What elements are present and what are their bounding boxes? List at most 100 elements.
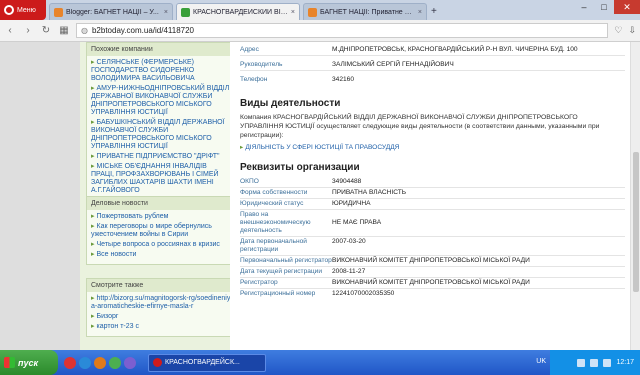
back-icon[interactable]: ‹ (4, 25, 16, 36)
close-tab-icon[interactable]: × (291, 9, 295, 16)
tab-bar: Меню Blogger: БАГНЕТ НАЦІЇ – У... × КРАС… (0, 0, 640, 20)
row-key: Адрес (240, 46, 259, 53)
speed-dial-icon[interactable]: ▦ (58, 25, 70, 36)
requisites-table: ОКПО 34904488 Форма собственности ПРИВАТНА… (240, 177, 625, 299)
left-sidebar: Похожие компании ▸ СЕЛЯНСЬКЕ (ФЕРМЕРСЬКЕ)… (80, 42, 236, 350)
firefox-quicklaunch-icon[interactable] (94, 356, 106, 369)
opera-menu-button[interactable]: Меню (0, 0, 46, 20)
contact-table: Адрес М.ДНІПРОПЕТРОВСЬК, КРАСНОГВАРДІЙСЬК… (240, 45, 625, 85)
app-quicklaunch-icon[interactable] (124, 356, 136, 369)
close-tab-icon[interactable]: × (418, 9, 422, 16)
main-content: Адрес М.ДНІПРОПЕТРОВСЬК, КРАСНОГВАРДІЙСЬК… (230, 42, 630, 350)
row-key: Регистратор (240, 279, 278, 286)
row-value: ЗАЛІМСЬКИЙ СЕРГІЙ ГЕННАДІЙОВИЧ (332, 61, 454, 68)
row-value: 2007-03-20 (332, 238, 366, 245)
row-key: Телефон (240, 76, 268, 83)
company-link[interactable]: ▸ АМУР-НИЖНЬОДНІПРОВСЬКИЙ ВІДДІЛ ДЕРЖАВНО… (91, 85, 231, 117)
row-value: М.ДНІПРОПЕТРОВСЬК, КРАСНОГВАРДІЙСЬКИЙ Р-… (332, 46, 578, 53)
forward-icon[interactable]: › (22, 25, 34, 36)
tab-title: Blogger: БАГНЕТ НАЦІЇ – У... (66, 8, 159, 16)
tab-bagnet[interactable]: БАГНЕТ НАЦІЇ: Приватне П... × (303, 3, 427, 20)
row-key: Дата первоначальной регистрации (240, 238, 307, 253)
network-icon[interactable] (577, 358, 586, 367)
bookmark-heart-icon[interactable]: ♡ (614, 25, 622, 36)
activity-link[interactable]: ▸ ДІЯЛЬНІСТЬ У СФЕРІ ЮСТИЦІЇ ТА ПРАВОСУДД… (240, 144, 630, 152)
row-key: ОКПО (240, 178, 259, 185)
clock: 12:17 (616, 359, 634, 366)
system-tray: 12:17 (550, 350, 640, 375)
table-row: Руководитель ЗАЛІМСЬКИЙ СЕРГІЙ ГЕННАДІЙОВ… (240, 56, 625, 71)
blogger-favicon-icon (308, 7, 317, 17)
activities-description: Компания КРАСНОГВАРДІЙСЬКИЙ ВІДДІЛ ДЕРЖА… (240, 114, 600, 139)
start-label: пуск (18, 357, 39, 368)
table-row: Юридический статус ЮРИДИЧНА (240, 199, 625, 210)
row-key: Право на внешнеэкономическую деятельност… (240, 211, 311, 234)
tab-blogger[interactable]: Blogger: БАГНЕТ НАЦІЇ – У... × (49, 3, 173, 20)
task-label: КРАСНОГВАРДЕЙСК... (165, 359, 240, 366)
row-key: Регистрационный номер (240, 290, 316, 297)
see-also-link[interactable]: ▸ Бизорг (91, 313, 231, 321)
row-key: Форма собственности (240, 189, 308, 196)
language-indicator[interactable]: UK (536, 358, 546, 365)
all-news-link[interactable]: ▸ Все новости (91, 251, 231, 259)
news-link[interactable]: ▸ Четыре вопроса о россиянах в кризис (91, 241, 231, 249)
table-row: ОКПО 34904488 (240, 177, 625, 188)
business-news-box: Деловые новости ▸ Пожертвовать рублем ▸ Ка… (86, 196, 236, 265)
start-button[interactable]: пуск (0, 350, 58, 375)
opera-logo-icon (4, 5, 14, 15)
scrollbar-thumb[interactable] (633, 152, 639, 292)
volume-icon[interactable] (590, 358, 599, 367)
see-also-link[interactable]: ▸ http://bizorg.su/magnitogorsk-rg/soedin… (91, 295, 231, 311)
taskbar: пуск КРАСНОГВАРДЕЙСК... UK 12:17 (0, 350, 640, 375)
news-link[interactable]: ▸ Пожертвовать рублем (91, 213, 231, 221)
news-link[interactable]: ▸ Как переговоры о мире обернулись ужесто… (91, 223, 231, 239)
row-key: Дата текущей регистрации (240, 268, 323, 275)
menu-label: Меню (17, 6, 36, 14)
see-also-link[interactable]: ▸ картон т-23 с (91, 323, 231, 331)
table-row: Адрес М.ДНІПРОПЕТРОВСЬК, КРАСНОГВАРДІЙСЬК… (240, 45, 625, 56)
globe-icon: ◍ (81, 26, 88, 35)
close-tab-icon[interactable]: × (164, 9, 168, 16)
table-row: Первоначальный регистратор ВИКОНАВЧИЙ КОМ… (240, 256, 625, 267)
table-row: Дата текущей регистрации 2008-11-27 (240, 267, 625, 278)
row-value: 2008-11-27 (332, 268, 366, 275)
maximize-button[interactable]: □ (594, 0, 614, 14)
tab-title: БАГНЕТ НАЦІЇ: Приватне П... (320, 8, 415, 16)
row-value: 12241070002035350 (332, 290, 395, 297)
row-value: ВИКОНАВЧИЙ КОМІТЕТ ДНІПРОПЕТРОВСЬКОЇ МІС… (332, 257, 530, 264)
downloads-icon[interactable]: ⇩ (628, 25, 636, 36)
row-value: 34904488 (332, 178, 362, 185)
company-link[interactable]: ▸ СЕЛЯНСЬКЕ (ФЕРМЕРСЬКЕ) ГОСПОДАРСТВО СИД… (91, 59, 231, 83)
blogger-favicon-icon (54, 7, 63, 17)
row-value: 342160 (332, 76, 355, 83)
row-value: НЕ МАЄ ПРАВА (332, 219, 382, 226)
table-row: Право на внешнеэкономическую деятельност… (240, 210, 625, 237)
tab-active-company[interactable]: КРАСНОГВАРДЕЙСКИЙ ВІДД... × (176, 3, 300, 20)
opera-quicklaunch-icon[interactable] (64, 356, 76, 369)
vertical-scrollbar[interactable] (630, 42, 640, 350)
row-value: ЮРИДИЧНА (332, 200, 371, 207)
table-row: Регистрационный номер 12241070002035350 (240, 289, 625, 300)
company-link[interactable]: ▸ ПРИВАТНЕ ПІДПРИЄМСТВО "ДРІФТ" (91, 153, 231, 161)
chrome-quicklaunch-icon[interactable] (109, 356, 121, 369)
row-value: ПРИВАТНА ВЛАСНІСТЬ (332, 189, 407, 196)
minimize-button[interactable]: – (574, 0, 594, 14)
security-icon[interactable] (603, 358, 612, 367)
url-field[interactable]: ◍ b2btoday.com.ua/id/4118720 (76, 23, 609, 38)
similar-companies-title: Похожие компании (87, 43, 235, 56)
reload-icon[interactable]: ↻ (40, 25, 52, 36)
taskbar-opera-window[interactable]: КРАСНОГВАРДЕЙСК... (148, 353, 266, 372)
row-value: ВИКОНАВЧИЙ КОМІТЕТ ДНІПРОПЕТРОВСЬКОЇ МІС… (332, 279, 530, 286)
company-link[interactable]: ▸ МІСЬКЕ ОБ'ЄДНАННЯ ІНВАЛІДІВ ПРАЦІ, ПРОФ… (91, 163, 231, 195)
new-tab-button[interactable]: + (431, 6, 447, 20)
window-controls: – □ ✕ (574, 0, 640, 14)
close-window-button[interactable]: ✕ (614, 0, 640, 14)
ie-quicklaunch-icon[interactable] (79, 356, 91, 369)
web-page: Похожие компании ▸ СЕЛЯНСЬКЕ (ФЕРМЕРСЬКЕ)… (0, 42, 640, 350)
row-key: Первоначальный регистратор (240, 257, 332, 264)
see-also-box: Смотрите также ▸ http://bizorg.su/magnito… (86, 278, 236, 337)
see-also-title: Смотрите также (87, 279, 235, 292)
business-news-title: Деловые новости (87, 197, 235, 210)
table-row: Телефон 342160 (240, 71, 625, 86)
company-link[interactable]: ▸ БАБУШКІНСЬКИЙ ВІДДІЛ ДЕРЖАВНОЇ ВИКОНАВЧ… (91, 119, 231, 151)
